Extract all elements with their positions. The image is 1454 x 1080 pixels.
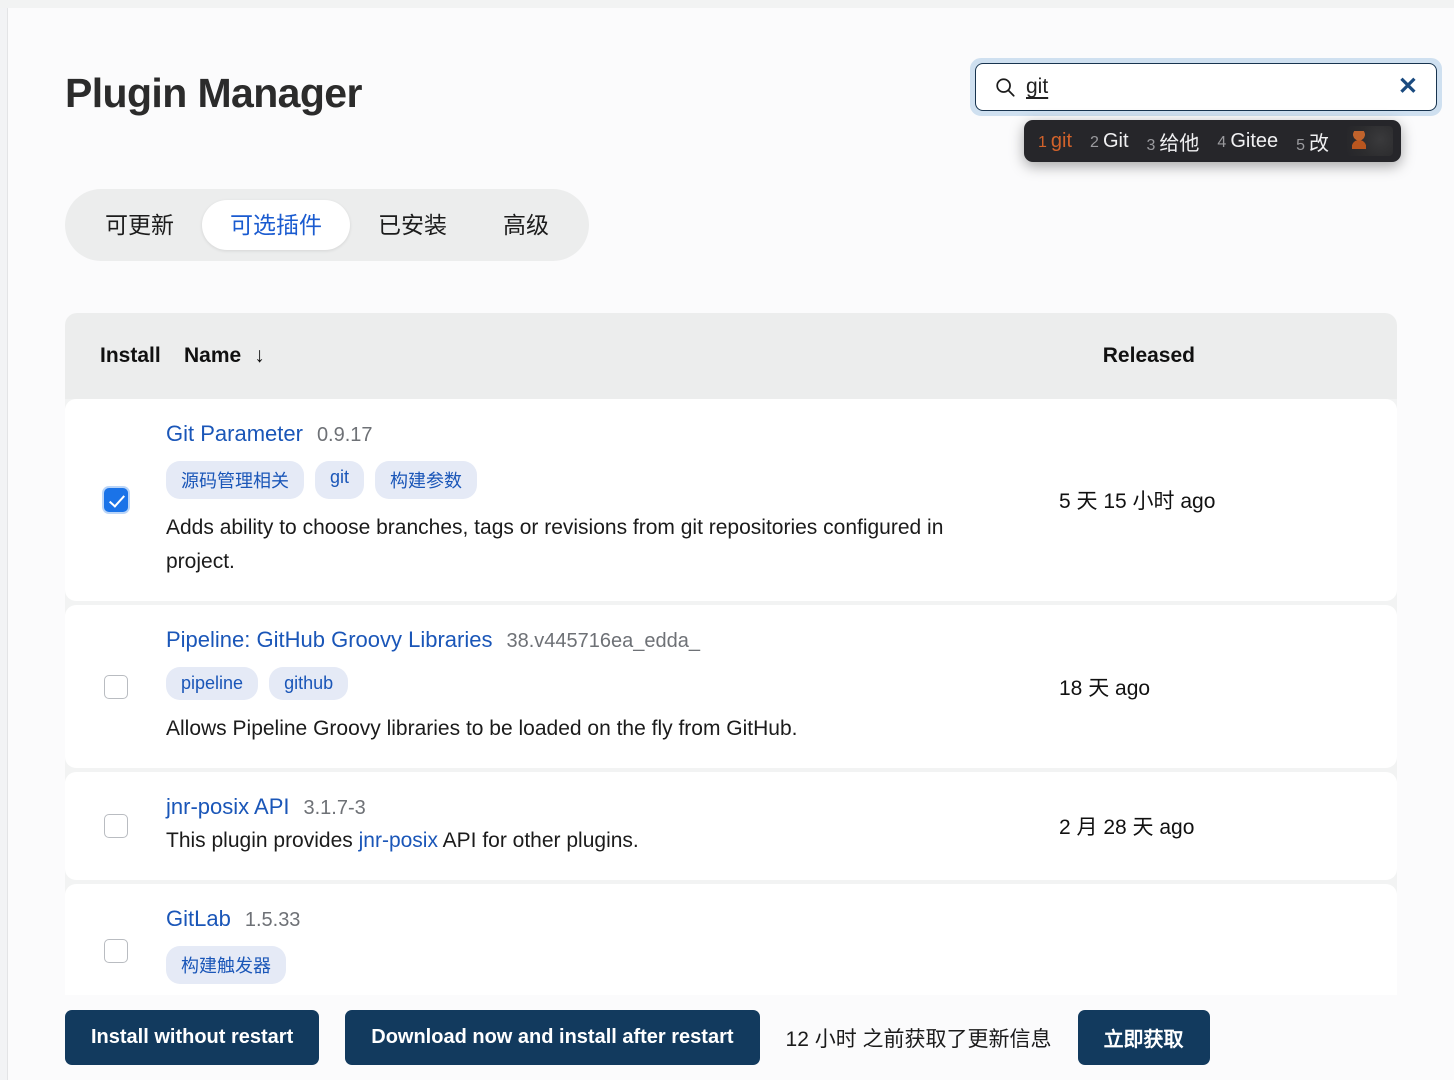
- update-info-text: 12 小时 之前获取了更新信息: [785, 1027, 1052, 1051]
- install-checkbox[interactable]: [103, 488, 128, 513]
- plugin-tag[interactable]: github: [269, 667, 349, 701]
- download-install-after-restart-button[interactable]: Download now and install after restart: [345, 1010, 760, 1065]
- plugin-tags: 源码管理相关 git 构建参数: [166, 461, 1039, 499]
- plugin-tags: 构建触发器: [166, 946, 1039, 985]
- plugin-tag[interactable]: pipeline: [166, 667, 259, 701]
- table-row: Git Parameter 0.9.17 源码管理相关 git 构建参数 Add…: [65, 399, 1397, 602]
- ime-logo-icon: [1347, 126, 1394, 156]
- ime-candidate-index: 2: [1090, 133, 1099, 151]
- plugin-info-cell: Pipeline: GitHub Groovy Libraries 38.v44…: [166, 627, 1059, 746]
- plugin-tag[interactable]: git: [315, 461, 365, 499]
- install-without-restart-button[interactable]: Install without restart: [65, 1010, 320, 1065]
- column-header-name[interactable]: Name ↓: [184, 344, 265, 368]
- released-value: 5 天 15 小时 ago: [1059, 490, 1216, 514]
- search-box[interactable]: git ✕: [975, 63, 1437, 111]
- plugin-table: Install Name ↓ Released Git Parameter 0.…: [65, 313, 1397, 1023]
- search-focus-ring: git ✕: [970, 58, 1442, 116]
- plugin-description-link[interactable]: jnr-posix: [359, 829, 438, 852]
- ime-candidate-text: Gitee: [1230, 129, 1279, 152]
- plugin-title-line: GitLab 1.5.33: [166, 906, 1039, 932]
- plugin-tag[interactable]: 构建参数: [375, 461, 478, 499]
- plugin-name-link[interactable]: GitLab: [166, 906, 231, 932]
- install-cell: [65, 674, 166, 699]
- ime-candidate-3[interactable]: 3 给他: [1147, 127, 1200, 156]
- table-row: jnr-posix API 3.1.7-3 This plugin provid…: [65, 772, 1397, 881]
- ime-candidate-1[interactable]: 1 git: [1038, 130, 1072, 153]
- table-body: Git Parameter 0.9.17 源码管理相关 git 构建参数 Add…: [65, 399, 1397, 1019]
- plugin-name-link[interactable]: Git Parameter: [166, 421, 303, 447]
- ime-candidate-text: 改: [1309, 132, 1330, 155]
- plugin-title-line: jnr-posix API 3.1.7-3: [166, 794, 1039, 820]
- plugin-manager-page: Plugin Manager git ✕ 1 git 2 Git 3 给他 4 …: [7, 8, 1454, 1080]
- search-icon: [996, 78, 1015, 97]
- plugin-title-line: Git Parameter 0.9.17: [166, 421, 1039, 447]
- plugin-version: 1.5.33: [244, 909, 301, 932]
- search-area: git ✕ 1 git 2 Git 3 给他 4 Gitee 5 改: [970, 58, 1442, 162]
- column-header-released[interactable]: Released: [1103, 344, 1195, 368]
- install-checkbox[interactable]: [103, 814, 128, 839]
- install-checkbox[interactable]: [103, 939, 128, 964]
- install-cell: [65, 939, 166, 964]
- ime-candidate-index: 1: [1038, 133, 1047, 151]
- ime-candidate-popup[interactable]: 1 git 2 Git 3 给他 4 Gitee 5 改: [1024, 120, 1402, 162]
- column-header-install[interactable]: Install: [100, 344, 166, 368]
- plugin-description: Adds ability to choose branches, tags or…: [166, 511, 966, 579]
- install-cell: [65, 488, 166, 513]
- plugin-name-link[interactable]: jnr-posix API: [166, 794, 290, 820]
- ime-candidate-index: 3: [1146, 136, 1156, 154]
- ime-candidate-text: git: [1050, 129, 1073, 152]
- action-footer: Install without restart Download now and…: [8, 995, 1454, 1080]
- tab-updates[interactable]: 可更新: [77, 200, 202, 250]
- plugin-version: 0.9.17: [316, 424, 373, 446]
- install-checkbox[interactable]: [103, 674, 128, 699]
- plugin-description-text: Allows Pipeline Groovy libraries to be l…: [166, 717, 798, 741]
- plugin-description-text-tail: API for other plugins.: [437, 829, 639, 853]
- tab-advanced[interactable]: 高级: [475, 200, 577, 250]
- released-value: 2 月 28 天 ago: [1059, 816, 1195, 840]
- plugin-description-text: Adds ability to choose branches, tags or…: [166, 516, 944, 574]
- tab-available-plugins[interactable]: 可选插件: [202, 200, 350, 250]
- ime-candidate-2[interactable]: 2 Git: [1090, 130, 1128, 153]
- tab-installed[interactable]: 已安装: [350, 200, 475, 250]
- plugin-tags: pipeline github: [166, 667, 1039, 701]
- clear-search-icon[interactable]: ✕: [1392, 75, 1424, 99]
- released-value: 18 天 ago: [1059, 676, 1151, 700]
- plugin-description-text: This plugin provides: [166, 829, 359, 853]
- sort-descending-icon: ↓: [254, 344, 265, 367]
- table-row: Pipeline: GitHub Groovy Libraries 38.v44…: [65, 605, 1397, 769]
- plugin-tag[interactable]: 构建触发器: [166, 946, 286, 985]
- plugin-version: 38.v445716ea_edda_: [506, 630, 701, 653]
- fetch-now-button[interactable]: 立即获取: [1077, 1010, 1210, 1065]
- ime-candidate-4[interactable]: 4 Gitee: [1217, 130, 1278, 153]
- filter-tabs: 可更新 可选插件 已安装 高级: [65, 189, 589, 261]
- ime-candidate-text: Git: [1102, 129, 1129, 152]
- window-top-strip: [0, 0, 1454, 8]
- ime-candidate-index: 4: [1217, 133, 1227, 151]
- ime-candidate-index: 5: [1296, 136, 1306, 154]
- plugin-info-cell: GitLab 1.5.33 构建触发器: [166, 906, 1059, 996]
- plugin-title-line: Pipeline: GitHub Groovy Libraries 38.v44…: [166, 627, 1039, 653]
- ime-candidate-text: 给他: [1159, 132, 1200, 155]
- ime-candidate-5[interactable]: 5 改: [1296, 127, 1329, 156]
- plugin-name-link[interactable]: Pipeline: GitHub Groovy Libraries: [166, 627, 492, 653]
- search-input[interactable]: git: [1026, 75, 1392, 99]
- install-cell: [65, 814, 166, 839]
- plugin-version: 3.1.7-3: [303, 797, 366, 820]
- column-header-name-label: Name: [184, 344, 242, 367]
- plugin-tag[interactable]: 源码管理相关: [166, 461, 304, 499]
- page-header: Plugin Manager git ✕ 1 git 2 Git 3 给他 4 …: [8, 8, 1454, 162]
- table-header-row: Install Name ↓ Released: [65, 313, 1397, 399]
- plugin-description: Allows Pipeline Groovy libraries to be l…: [166, 712, 966, 746]
- page-title: Plugin Manager: [65, 70, 362, 116]
- plugin-info-cell: jnr-posix API 3.1.7-3 This plugin provid…: [166, 794, 1059, 858]
- plugin-info-cell: Git Parameter 0.9.17 源码管理相关 git 构建参数 Add…: [166, 421, 1059, 579]
- plugin-description: This plugin provides jnr-posix API for o…: [166, 824, 966, 858]
